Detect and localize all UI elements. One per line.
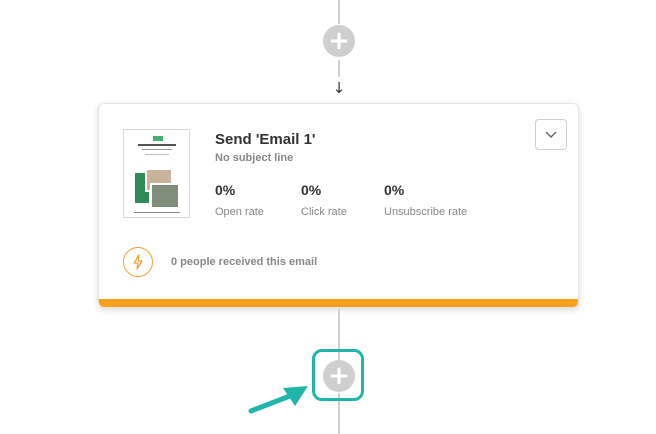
stat-value: 0% xyxy=(301,182,322,198)
card-options-dropdown[interactable] xyxy=(535,119,567,150)
add-step-button-top[interactable]: + xyxy=(323,25,355,57)
lightning-bolt-icon xyxy=(123,247,153,277)
stat-label: Open rate xyxy=(215,206,264,218)
stat-open-rate: 0% Open rate xyxy=(215,182,264,218)
stat-label: Click rate xyxy=(301,206,347,218)
stat-value: 0% xyxy=(215,182,236,198)
stat-unsubscribe-rate: 0% Unsubscribe rate xyxy=(384,182,467,218)
received-count-text: 0 people received this email xyxy=(171,256,318,268)
email-thumbnail[interactable] xyxy=(123,129,190,218)
thumbnail-footer xyxy=(134,212,180,213)
thumbnail-text-line xyxy=(145,154,169,155)
thumbnail-logo xyxy=(153,136,163,141)
thumbnail-text-line xyxy=(142,149,172,150)
stat-click-rate: 0% Click rate xyxy=(301,182,347,218)
email-subject-line: No subject line xyxy=(215,152,294,164)
thumbnail-headline xyxy=(138,144,176,146)
email-step-title: Send 'Email 1' xyxy=(215,131,316,148)
stat-value: 0% xyxy=(384,182,405,198)
email-step-card[interactable]: Send 'Email 1' No subject line 0% Open r… xyxy=(98,103,579,308)
flow-connector-mid xyxy=(338,60,340,77)
card-status-bar xyxy=(99,299,578,307)
stat-label: Unsubscribe rate xyxy=(384,206,468,218)
thumbnail-photo xyxy=(150,183,180,209)
arrow-down-icon: ↓ xyxy=(332,79,346,97)
pointer-arrow-icon xyxy=(248,386,308,414)
chevron-down-icon xyxy=(545,131,557,138)
flow-connector-top xyxy=(338,0,340,24)
highlight-ring xyxy=(312,349,364,401)
